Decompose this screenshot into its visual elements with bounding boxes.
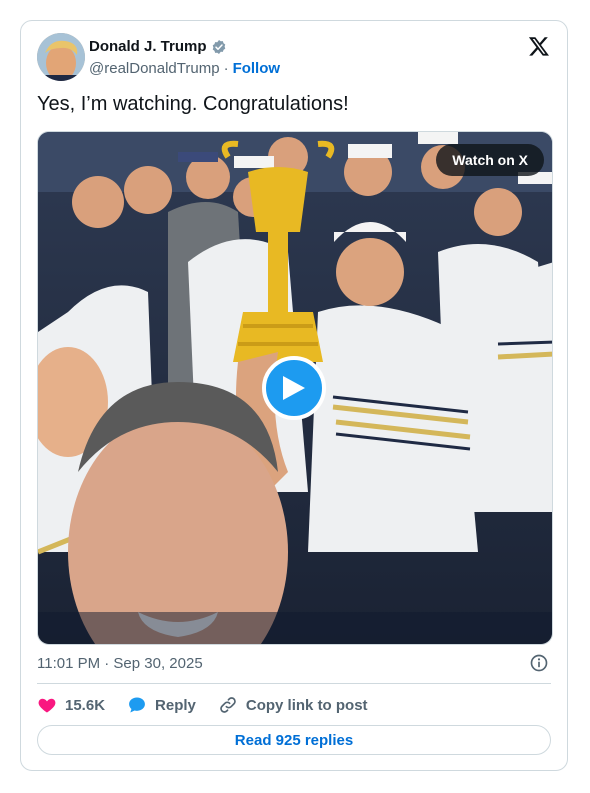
read-replies-button[interactable]: Read 925 replies [37,725,551,755]
watch-on-x-button[interactable]: Watch on X [436,144,544,176]
handle-separator: · [223,60,229,77]
post-card: Donald J. Trump @realDonaldTrump · Follo… [20,20,568,771]
like-button[interactable]: 15.6K [37,695,105,715]
link-icon [220,697,236,713]
x-logo-icon[interactable] [528,35,550,57]
follow-button[interactable]: Follow [233,60,281,77]
reply-button[interactable]: Reply [127,695,196,715]
copy-link-label: Copy link to post [245,696,368,714]
copy-link-button[interactable]: Copy link to post [218,695,368,715]
video-media[interactable]: Watch on X [37,131,553,645]
action-bar: 15.6K Reply Copy link to post [37,693,390,717]
avatar[interactable] [37,33,85,81]
play-icon [283,376,305,400]
verified-badge-icon [212,39,225,54]
like-count: 15.6K [65,696,106,714]
post-timestamp[interactable]: 11:01 PM · Sep 30, 2025 [37,655,203,672]
tweet-text: Yes, I’m watching. Congratulations! [37,93,349,115]
author-handle[interactable]: @realDonaldTrump [89,60,220,77]
reply-label: Reply [155,696,196,714]
divider [37,683,551,684]
play-button[interactable] [262,356,326,420]
info-icon[interactable] [529,653,549,673]
heart-icon [38,698,56,713]
reply-bubble-icon [129,697,145,713]
author-name[interactable]: Donald J. Trump [89,38,207,55]
